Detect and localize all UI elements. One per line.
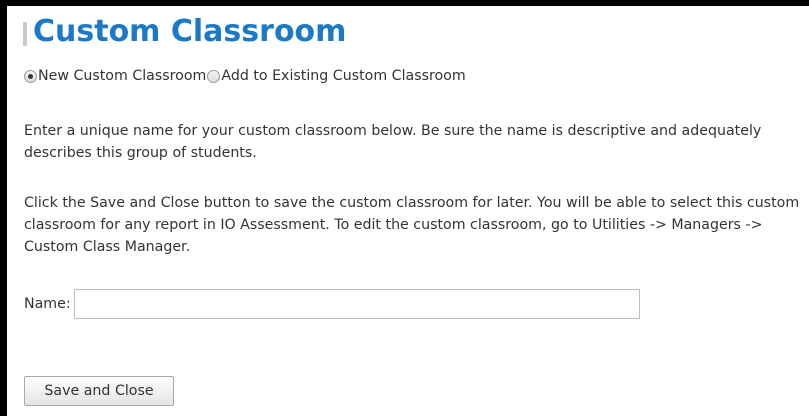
mode-radio-group: New Custom Classroom Add to Existing Cus… [24,68,467,84]
save-and-close-button[interactable]: Save and Close [24,376,174,406]
dialog-frame: Custom Classroom New Custom Classroom Ad… [7,6,809,416]
name-label: Name: [24,296,71,312]
title-accent-bar [23,22,27,46]
name-field-row: Name: [24,289,640,319]
name-input[interactable] [73,289,640,319]
radio-new-custom-classroom[interactable] [24,69,37,83]
radio-new-custom-classroom-label[interactable]: New Custom Classroom [38,68,206,84]
radio-add-existing-classroom[interactable] [207,69,221,83]
instructions-paragraph-1: Enter a unique name for your custom clas… [24,123,762,161]
instructions-paragraph-2: Click the Save and Close button to save … [24,195,800,255]
radio-add-existing-classroom-label[interactable]: Add to Existing Custom Classroom [221,68,465,84]
page-header: Custom Classroom [23,12,346,52]
page-title: Custom Classroom [33,14,347,49]
